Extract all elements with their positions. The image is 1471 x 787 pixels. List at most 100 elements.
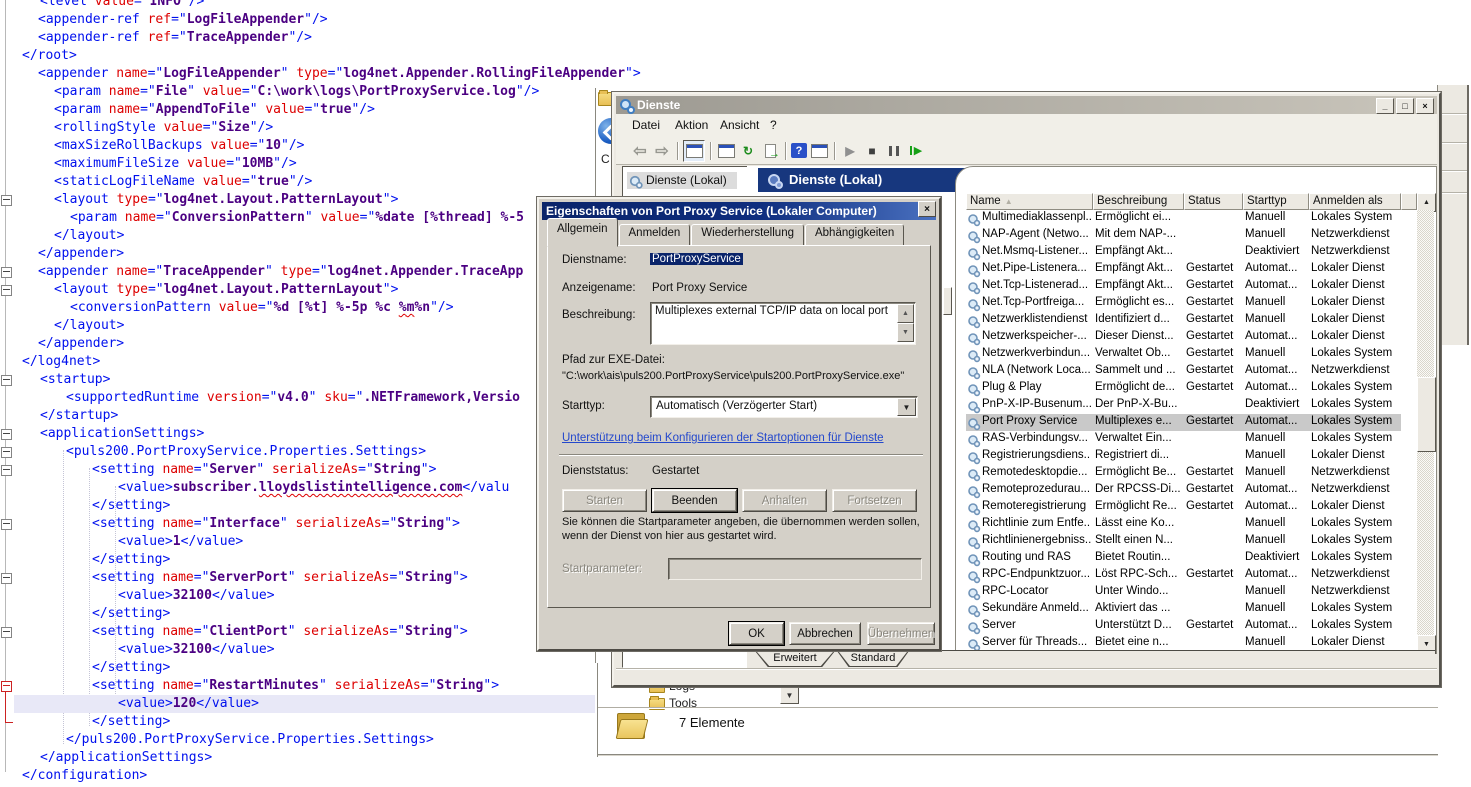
tab-wiederherstellung[interactable]: Wiederherstellung [691,224,804,247]
table-row[interactable]: Routing und RASBietet Routin...Deaktivie… [966,550,1401,567]
column-header-beschreibung[interactable]: Beschreibung [1093,193,1184,210]
scroll-down-icon[interactable]: ▼ [897,323,914,342]
explorer-dropdown-icon[interactable]: ▼ [780,686,799,704]
fold-marker-icon[interactable] [1,285,12,296]
pane-scrollbar-fragment[interactable] [943,287,952,315]
fold-marker-icon[interactable] [1,519,12,530]
column-header-name[interactable]: Name▲ [966,193,1093,210]
tab-anmelden[interactable]: Anmelden [619,224,691,247]
menu-datei[interactable]: Datei [632,118,660,132]
export-list-icon[interactable]: → [760,141,780,161]
column-header-filler [1401,193,1417,210]
startup-options-help-link[interactable]: Unterstützung beim Konfigurieren der Sta… [562,432,884,444]
start-button[interactable]: Starten [562,489,647,512]
ok-button[interactable]: OK [729,622,784,645]
services-titlebar[interactable]: Dienste _□× [616,96,1437,114]
gear-icon [630,176,640,186]
view-tab-standard[interactable]: Standard [837,651,909,667]
cancel-button[interactable]: Abbrechen [789,622,861,645]
table-row[interactable]: Multimediaklassenpl...Ermöglicht ei...Ma… [966,210,1401,227]
table-row[interactable]: Richtlinie zum Entfe...Lässt eine Ko...M… [966,516,1401,533]
code-line: <appender name="LogFileAppender" type="l… [38,65,641,83]
pause-service-icon[interactable] [884,141,904,161]
resume-button[interactable]: Fortsetzen [832,489,917,512]
column-header-anmeldenals[interactable]: Anmelden als [1309,193,1401,210]
properties-icon[interactable] [716,141,736,161]
help-window-icon[interactable] [809,141,829,161]
table-row[interactable]: NLA (Network Loca...Sammelt und ...Gesta… [966,363,1401,380]
table-row[interactable]: Registrierungsdiens...Registriert di...M… [966,448,1401,465]
fold-marker-icon[interactable] [1,627,12,638]
explorer-back-icon[interactable] [598,118,613,144]
fold-marker-icon[interactable] [1,375,12,386]
service-name-value[interactable]: PortProxyService [650,253,743,265]
menu-aktion[interactable]: Aktion [675,118,708,132]
table-row[interactable]: Plug & PlayErmöglicht de...GestartetAuto… [966,380,1401,397]
menu-hilfe[interactable]: ? [770,118,777,132]
column-header-status[interactable]: Status [1184,193,1243,210]
fold-marker-icon[interactable] [1,573,12,584]
forward-icon[interactable]: ⇨ [652,141,672,161]
table-row[interactable]: RPC-Endpunktzuor...Löst RPC-Sch...Gestar… [966,567,1401,584]
apply-button[interactable]: Übernehmen [867,622,935,645]
fold-marker-icon[interactable] [1,429,12,440]
maximize-button[interactable]: □ [1396,98,1414,114]
view-tab-erweitert[interactable]: Erweitert [755,651,835,667]
fold-marker-icon[interactable] [1,465,12,476]
tab-abhangigkeiten[interactable]: Abhängigkeiten [805,224,904,247]
table-row[interactable]: Net.Tcp-Listenerad...Empfängt Akt...Gest… [966,278,1401,295]
service-gear-icon [968,571,978,581]
service-name-label: Dienstname: [562,254,627,266]
tab-allgemein[interactable]: Allgemein [547,218,618,247]
startparams-input[interactable] [668,558,922,580]
dialog-close-icon[interactable]: × [918,201,936,217]
table-row[interactable]: ServerUnterstützt D...GestartetAutomat..… [966,618,1401,635]
start-type-select[interactable]: Automatisch (Verzögerter Start) ▼ [650,396,918,418]
refresh-icon[interactable]: ↻ [738,141,758,161]
scrollbar-thumb[interactable] [1417,377,1436,452]
show-console-tree-icon[interactable] [683,140,705,162]
table-row[interactable]: RemoteregistrierungErmöglicht Re...Gesta… [966,499,1401,516]
code-line: </applicationSettings> [40,749,212,767]
description-field[interactable]: Multiplexes external TCP/IP data on loca… [650,302,916,345]
service-gear-icon [968,231,978,241]
menu-ansicht[interactable]: Ansicht [720,118,759,132]
fold-marker-icon[interactable] [1,447,12,458]
table-row[interactable]: PnP-X-IP-Busenum...Der PnP-X-Bu...Deakti… [966,397,1401,414]
table-row[interactable]: Remotedesktopdie...Ermöglicht Be...Gesta… [966,465,1401,482]
table-row[interactable]: Remoteprozedurau...Der RPCSS-Di...Gestar… [966,482,1401,499]
chevron-down-icon[interactable]: ▼ [897,398,916,416]
table-row[interactable]: Net.Msmq-Listener...Empfängt Akt...Deakt… [966,244,1401,261]
stop-service-icon[interactable]: ■ [862,141,882,161]
fold-marker-red-icon[interactable] [1,681,12,692]
table-row[interactable]: NetzwerklistendienstIdentifiziert d...Ge… [966,312,1401,329]
fold-marker-icon[interactable] [1,195,12,206]
table-row[interactable]: Netzwerkverbindun...Verwaltet Ob...Gesta… [966,346,1401,363]
fold-marker-icon[interactable] [1,267,12,278]
back-icon[interactable]: ⇦ [630,141,650,161]
code-line: <appender-ref ref="LogFileAppender"/> [38,11,328,29]
tree-item-dienste-lokal[interactable]: Dienste (Lokal) [627,172,737,189]
code-line: <maxSizeRollBackups value="10"/> [54,137,304,155]
close-button[interactable]: × [1416,98,1434,114]
window-controls: _□× [1376,98,1434,114]
table-row[interactable]: NAP-Agent (Netwo...Mit dem NAP-...Manuel… [966,227,1401,244]
table-row[interactable]: RPC-LocatorUnter Windo...ManuellNetzwerk… [966,584,1401,601]
stop-button[interactable]: Beenden [652,489,737,512]
help-icon[interactable]: ? [791,143,807,158]
minimize-button[interactable]: _ [1376,98,1394,114]
pause-button[interactable]: Anhalten [742,489,827,512]
table-row[interactable]: Netzwerkspeicher-...Dieser Dienst...Gest… [966,329,1401,346]
restart-service-icon[interactable]: ▶ [906,141,926,161]
table-row[interactable]: Richtlinienergebniss...Stellt einen N...… [966,533,1401,550]
table-row[interactable]: Net.Pipe-Listenera...Empfängt Akt...Gest… [966,261,1401,278]
table-row[interactable]: Sekundäre Anmeld...Aktiviert das ...Manu… [966,601,1401,618]
start-service-icon[interactable]: ▶ [840,141,860,161]
table-row[interactable]: RAS-Verbindungsv...Verwaltet Ein...Manue… [966,431,1401,448]
column-header-starttyp[interactable]: Starttyp [1243,193,1309,210]
table-row[interactable]: Net.Tcp-Portfreiga...Ermöglicht es...Ges… [966,295,1401,312]
table-row[interactable]: Port Proxy ServiceMultiplexes e...Gestar… [966,414,1401,431]
service-status-value: Gestartet [652,465,699,477]
dialog-title: Eigenschaften von Port Proxy Service (Lo… [546,204,877,218]
scroll-up-icon[interactable]: ▲ [897,304,914,323]
